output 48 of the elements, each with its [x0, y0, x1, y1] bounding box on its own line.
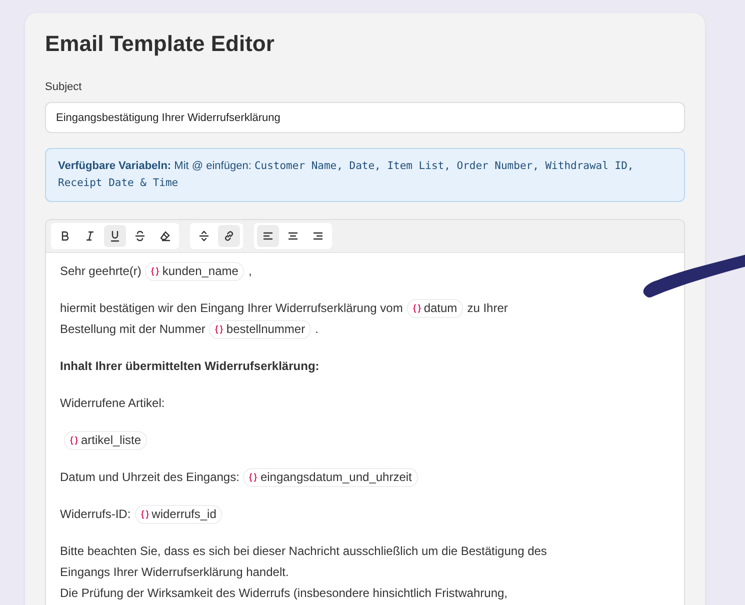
align-center-icon — [287, 230, 299, 242]
variable-name: kunden_name — [162, 263, 238, 280]
braces-icon — [215, 325, 224, 334]
page-title: Email Template Editor — [45, 31, 276, 57]
body-text: Bitte beachten Sie, dass es sich bei dieser Nachricht ausschließlich um die Bestätigung des — [60, 544, 547, 558]
body-text: Inhalt Ihrer übermittelten Widerrufserklärung: — [60, 359, 320, 373]
align-left-icon — [262, 230, 274, 242]
align-right-icon — [312, 230, 324, 242]
body-text: hiermit bestätigen wir den Eingang Ihrer Widerrufserklärung vom — [60, 301, 403, 315]
align-left-button[interactable] — [257, 225, 279, 247]
body-text: , — [248, 264, 252, 278]
body-text: Datum und Uhrzeit des Eingangs: — [60, 470, 240, 484]
variable-name: widerrufs_id — [152, 506, 216, 524]
underline-button[interactable] — [104, 225, 126, 247]
variable-name: eingangsdatum_und_uhrzeit — [260, 469, 412, 486]
link-icon — [223, 230, 235, 242]
variable-chip[interactable]: artikel_liste — [64, 431, 148, 450]
body-text: Die Prüfung der Wirksamkeit des Widerrufs (insbesondere hinsichtlich Fristwahrung, — [60, 586, 508, 600]
body-text: Widerrufene Artikel: — [60, 396, 165, 410]
braces-icon — [249, 473, 258, 482]
variable-chip[interactable]: datum — [406, 299, 464, 318]
variable-chip[interactable]: eingangsdatum_und_uhrzeit — [243, 468, 418, 488]
body-text: zu Ihrer — [467, 301, 508, 315]
divider-icon — [198, 230, 210, 242]
eraser-icon — [159, 230, 171, 242]
braces-icon — [412, 304, 421, 314]
underline-icon — [109, 230, 121, 242]
variable-chip[interactable]: kunden_name — [145, 262, 244, 282]
braces-icon — [151, 267, 160, 276]
variable-chip[interactable]: widerrufs_id — [134, 505, 222, 524]
variable-name: artikel_liste — [81, 432, 142, 450]
variable-name: datum — [424, 300, 458, 318]
bold-icon — [59, 230, 71, 242]
body-text: Widerrufs-ID: — [60, 507, 131, 521]
italic-icon — [84, 230, 96, 242]
subject-field[interactable]: Eingangsbestätigung Ihrer Widerrufserklärung — [45, 102, 685, 133]
body-text: Eingangs Ihrer Widerrufserklärung handelt. — [60, 565, 289, 579]
variable-name: bestellnummer — [226, 321, 306, 338]
body-text: Sehr geehrte(r) — [60, 264, 142, 278]
variable-chip[interactable]: bestellnummer — [209, 320, 312, 340]
field-label: Subject — [45, 81, 83, 93]
body-text: Bestellung mit der Nummer — [60, 322, 206, 336]
body-text: . — [315, 322, 318, 336]
braces-icon — [70, 436, 78, 446]
strikethrough-icon — [134, 230, 146, 242]
link-button[interactable] — [218, 225, 240, 247]
braces-icon — [140, 510, 149, 520]
variables-note: Verfügbare Variabeln: Mit @ einfügen: Customer Name, Date, Item List, Order Number, Withdrawal ID, Receipt Date & Time — [45, 148, 685, 202]
